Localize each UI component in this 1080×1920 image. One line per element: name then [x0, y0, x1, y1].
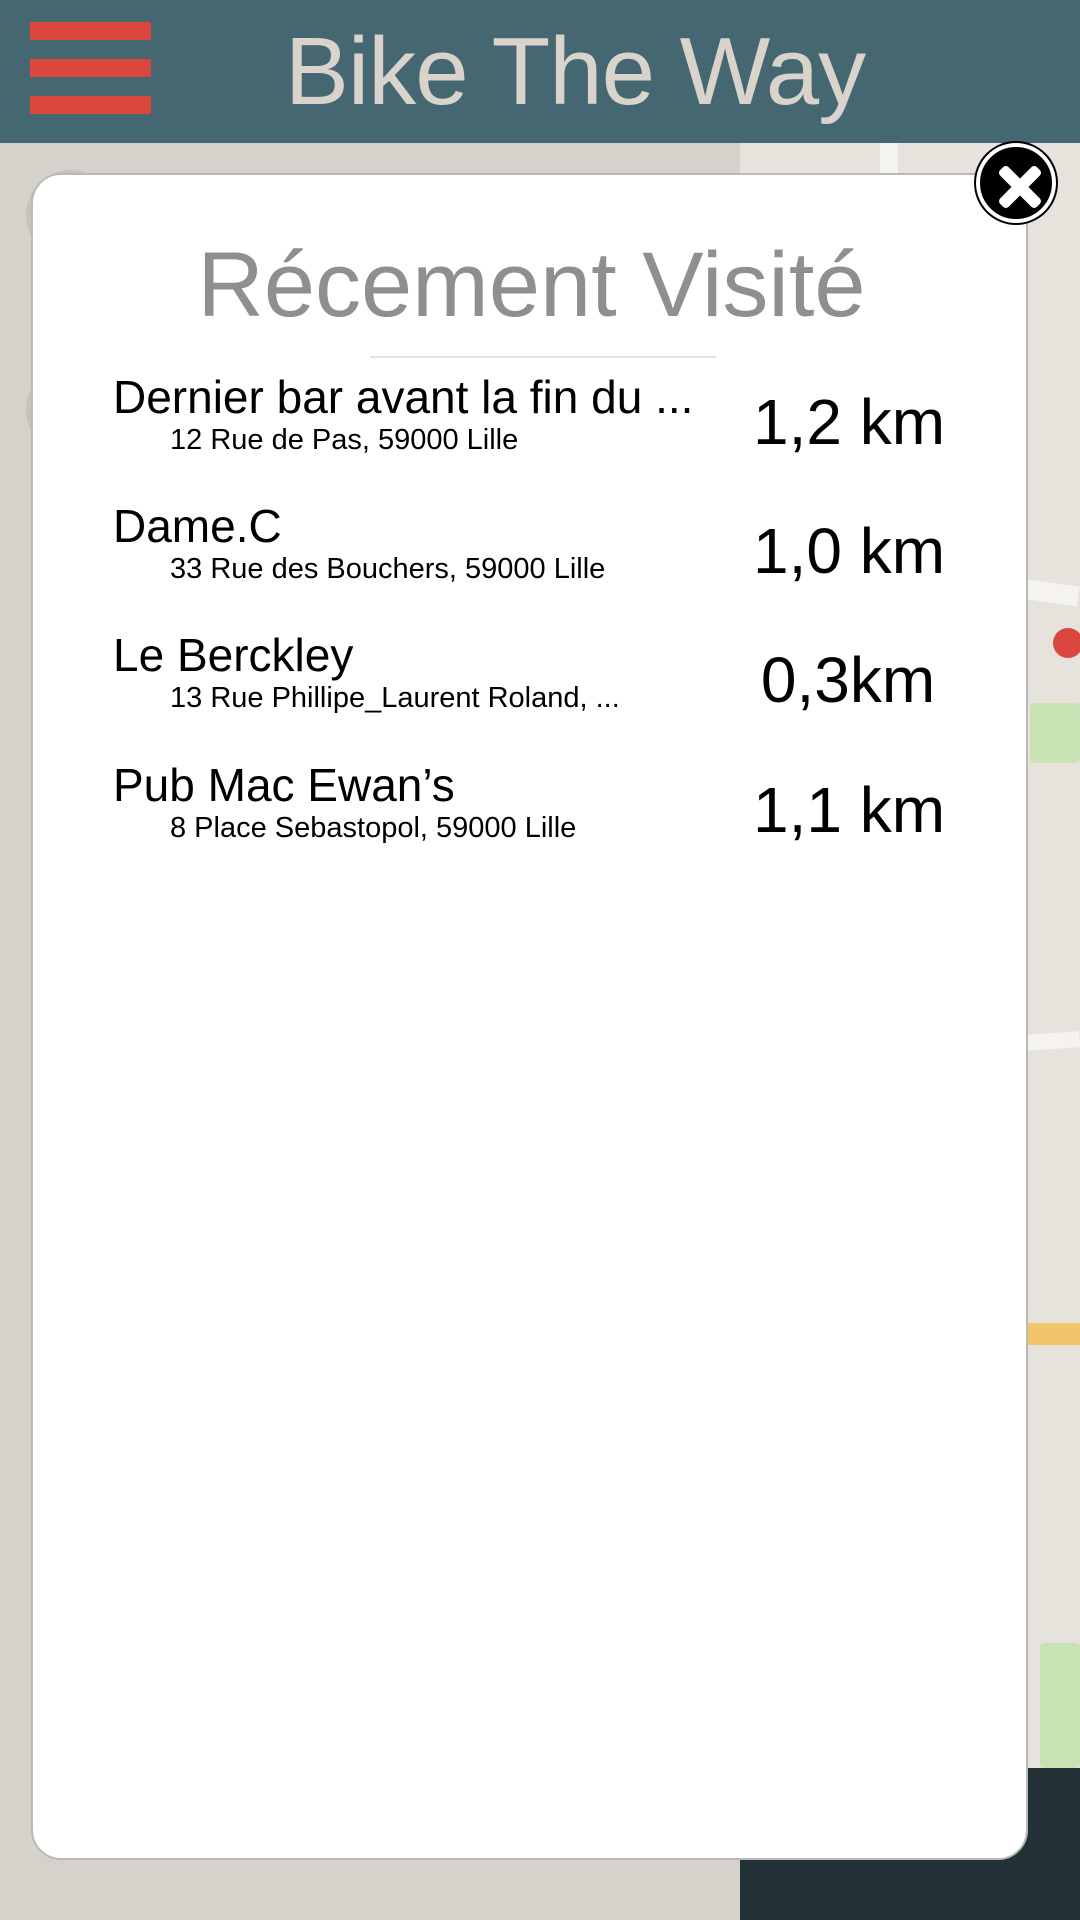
- place-name: Dame.C: [113, 500, 282, 552]
- place-name: Dernier bar avant la fin du ...: [113, 371, 694, 423]
- place-address: 12 Rue de Pas, 59000 Lille: [170, 424, 519, 456]
- place-address: 33 Rue des Bouchers, 59000 Lille: [170, 553, 606, 585]
- list-item[interactable]: Pub Mac Ewan’s 8 Place Sebastopol, 59000…: [113, 758, 993, 868]
- place-distance: 1,1 km: [753, 774, 946, 846]
- place-name: Pub Mac Ewan’s: [113, 759, 455, 811]
- app-title: Bike The Way: [284, 18, 866, 125]
- list-item[interactable]: Le Berckley 13 Rue Phillipe_Laurent Rola…: [113, 628, 993, 738]
- place-distance: 0,3km: [760, 644, 936, 716]
- menu-bar: [30, 22, 151, 40]
- list-item[interactable]: Dernier bar avant la fin du ... 12 Rue d…: [113, 370, 993, 480]
- place-distance: 1,2 km: [753, 386, 946, 458]
- place-distance: 1,0 km: [753, 515, 946, 587]
- app-header: Bike The Way: [0, 0, 1080, 143]
- modal-title: Récement Visité: [197, 234, 866, 336]
- recently-visited-modal: Récement Visité Dernier bar avant la fin…: [31, 173, 1028, 1860]
- close-icon[interactable]: [976, 143, 1056, 223]
- list-item[interactable]: Dame.C 33 Rue des Bouchers, 59000 Lille …: [113, 499, 993, 609]
- place-address: 13 Rue Phillipe_Laurent Roland, ...: [170, 682, 620, 714]
- map-poi-marker-icon[interactable]: [1053, 628, 1080, 658]
- place-address: 8 Place Sebastopol, 59000 Lille: [170, 812, 577, 844]
- menu-bar: [30, 96, 151, 114]
- hamburger-menu-icon[interactable]: [30, 22, 151, 114]
- title-divider: [370, 356, 716, 358]
- menu-bar: [30, 59, 151, 77]
- map-park: [1030, 703, 1080, 763]
- map-park: [1040, 1643, 1080, 1768]
- place-name: Le Berckley: [113, 629, 354, 681]
